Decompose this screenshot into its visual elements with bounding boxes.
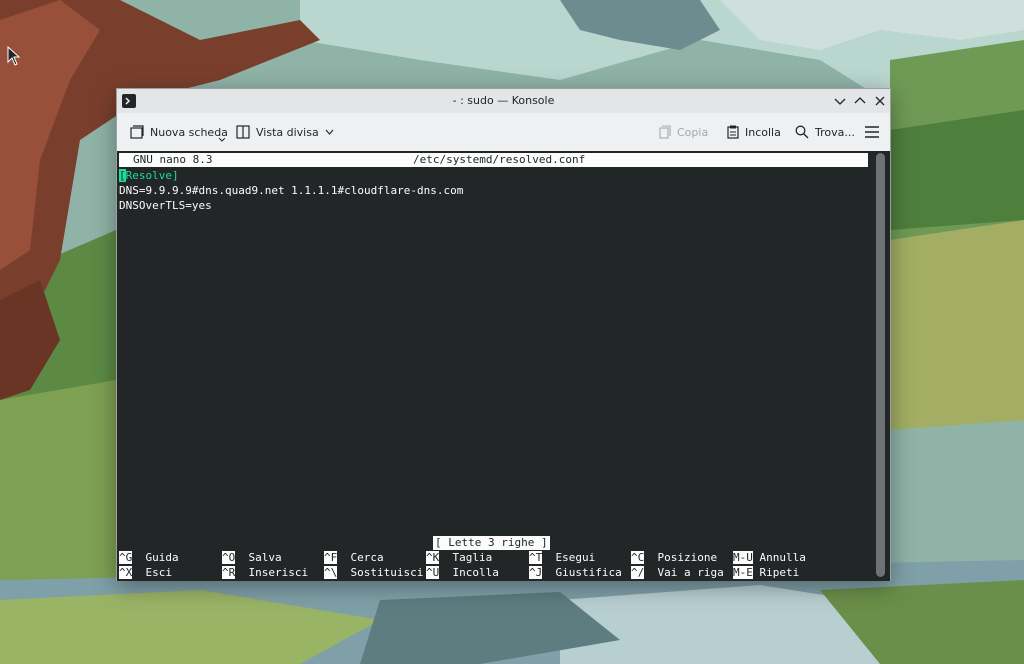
shortcut-item: ^F Cerca	[324, 550, 384, 565]
find-button[interactable]: Trova...	[795, 122, 855, 142]
nano-filename: /etc/systemd/resolved.conf	[413, 153, 586, 166]
shortcut-item: ^K Taglia	[426, 550, 492, 565]
paste-button[interactable]: Incolla	[727, 122, 781, 142]
editor-line-3[interactable]: DNSOverTLS=yes	[119, 198, 212, 213]
shortcut-item: ^\ Sostituisci	[324, 565, 423, 580]
editor-line-2[interactable]: DNS=9.9.9.9#dns.quad9.net 1.1.1.1#cloudf…	[119, 183, 463, 198]
shortcut-key: M-U	[733, 551, 753, 564]
shortcut-item: ^J Giustifica	[529, 565, 622, 580]
copy-icon	[659, 125, 671, 139]
shortcut-key: ^F	[324, 551, 338, 564]
copy-label: Copia	[677, 125, 709, 139]
shortcut-label: Esci	[132, 566, 172, 579]
chevron-down-icon	[325, 129, 334, 135]
terminal-view[interactable]: GNU nano 8.3 /etc/systemd/resolved.conf …	[117, 151, 890, 581]
shortcut-item: ^O Salva	[222, 550, 282, 565]
shortcut-label: Taglia	[439, 551, 493, 564]
shortcut-key: ^\	[324, 566, 338, 579]
shortcut-item: ^T Esegui	[529, 550, 595, 565]
new-tab-label: Nuova scheda	[150, 125, 228, 139]
section-bracket-close: ]	[171, 169, 179, 182]
copy-button[interactable]: Copia	[659, 122, 708, 142]
shortcut-key: ^U	[426, 566, 440, 579]
shortcut-key: ^R	[222, 566, 236, 579]
paste-label: Incolla	[745, 125, 781, 139]
split-view-icon	[236, 125, 250, 139]
shortcut-label: Inserisci	[235, 566, 309, 579]
split-view-label: Vista divisa	[256, 125, 319, 139]
section-bracket-open: [	[119, 169, 126, 182]
shortcut-label: Salva	[235, 551, 282, 564]
find-label: Trova...	[815, 125, 855, 139]
shortcut-key: ^/	[631, 566, 645, 579]
shortcut-key: ^O	[222, 551, 236, 564]
shortcut-key: ^T	[529, 551, 543, 564]
shortcut-label: Incolla	[439, 566, 499, 579]
shortcut-label: Posizione	[644, 551, 718, 564]
shortcut-label: Ripeti	[752, 566, 800, 579]
toolbar: Nuova scheda Vista divisa Copia Incolla …	[117, 113, 890, 151]
paste-icon	[727, 125, 739, 139]
shortcut-key: M-E	[733, 566, 753, 579]
nano-version: GNU nano 8.3	[133, 153, 213, 166]
shortcut-label: Guida	[132, 551, 179, 564]
shortcut-label: Annulla	[752, 551, 806, 564]
new-tab-icon	[130, 125, 144, 139]
shortcut-key: ^J	[529, 566, 543, 579]
shortcut-key: ^C	[631, 551, 645, 564]
shortcut-item: ^G Guida	[119, 550, 179, 565]
search-icon	[795, 125, 809, 139]
maximize-icon[interactable]	[852, 93, 868, 109]
editor-line-1[interactable]: [Resolve]	[119, 168, 179, 183]
shortcut-label: Cerca	[337, 551, 384, 564]
shortcut-item: M-E Ripeti	[733, 565, 799, 580]
shortcut-label: Esegui	[542, 551, 596, 564]
new-tab-dropdown-icon[interactable]	[219, 138, 225, 142]
nano-title-bar: GNU nano 8.3 /etc/systemd/resolved.conf	[119, 153, 868, 167]
shortcut-label: Vai a riga	[644, 566, 724, 579]
shortcut-label: Sostituisci	[337, 566, 424, 579]
shortcut-item: ^C Posizione	[631, 550, 717, 565]
shortcut-item: ^R Inserisci	[222, 565, 308, 580]
shortcut-label: Giustifica	[542, 566, 622, 579]
shortcut-key: ^X	[119, 566, 133, 579]
minimize-icon[interactable]	[832, 93, 848, 109]
shortcut-item: M-U Annulla	[733, 550, 806, 565]
scrollbar[interactable]	[876, 153, 885, 577]
nano-status-message: [ Lette 3 righe ]	[433, 536, 550, 550]
mouse-pointer-icon	[7, 46, 21, 66]
shortcut-item: ^U Incolla	[426, 565, 499, 580]
window-title: - : sudo — Konsole	[452, 94, 555, 107]
new-tab-button[interactable]: Nuova scheda	[130, 122, 228, 142]
konsole-window: - : sudo — Konsole Nuova scheda Vista di…	[116, 88, 891, 581]
shortcut-item: ^/ Vai a riga	[631, 565, 724, 580]
hamburger-menu-icon	[865, 126, 879, 138]
shortcut-item: ^X Esci	[119, 565, 172, 580]
close-icon[interactable]	[872, 93, 888, 109]
hamburger-menu-button[interactable]	[865, 122, 885, 142]
shortcut-key: ^K	[426, 551, 440, 564]
shortcut-key: ^G	[119, 551, 133, 564]
section-name: Resolve	[125, 169, 172, 182]
split-view-button[interactable]: Vista divisa	[236, 122, 340, 142]
title-bar[interactable]: - : sudo — Konsole	[117, 89, 890, 113]
